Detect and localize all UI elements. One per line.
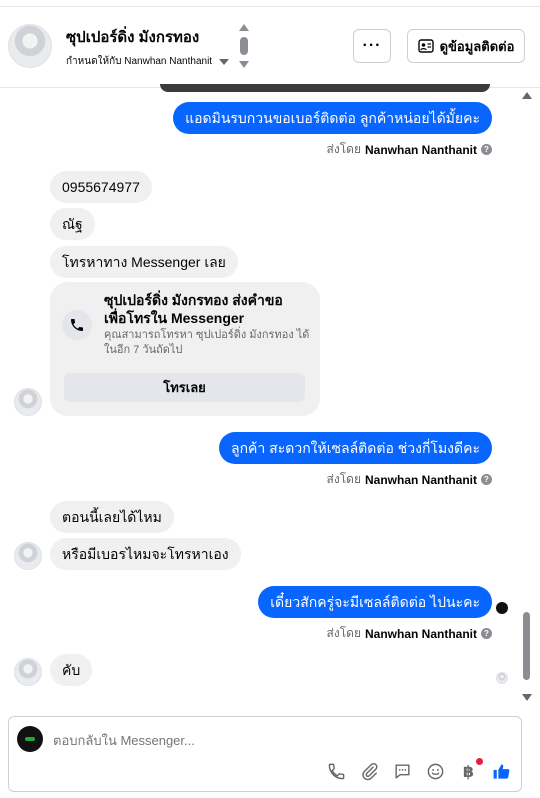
composer-toolbar: ฿ [327, 758, 511, 781]
contact-name[interactable]: ซุปเปอร์ดิ่ง มังกรทอง [66, 25, 199, 49]
previous-attachment-preview [160, 84, 490, 92]
outgoing-message[interactable]: เดี๋ยวสักครู่จะมีเซลล์ติดต่อ ไปนะคะ [258, 586, 492, 618]
messages-scrollbar[interactable] [520, 88, 534, 708]
sent-by-agent: Nanwhan Nanthanit [364, 472, 477, 487]
phone-icon [62, 310, 92, 340]
reply-input[interactable] [53, 731, 493, 749]
contact-avatar[interactable] [14, 388, 42, 416]
seen-by-contact-avatar [496, 672, 508, 684]
sent-by-prefix: ส่งโดย [326, 142, 361, 156]
incoming-message[interactable]: 0955674977 [50, 171, 152, 203]
conversation-header: ซุปเปอร์ดิ่ง มังกรทอง กำหนดให้กับ Nanwha… [0, 0, 540, 88]
message-composer: ฿ [8, 716, 522, 792]
sent-by-agent: Nanwhan Nanthanit [364, 626, 477, 641]
info-icon[interactable]: ? [481, 628, 492, 639]
scroll-thumb[interactable] [523, 612, 530, 680]
sent-by-prefix: ส่งโดย [326, 626, 361, 640]
scroll-thumb[interactable] [240, 37, 248, 55]
info-icon[interactable]: ? [481, 474, 492, 485]
call-request-card: ซุปเปอร์ดิ่ง มังกรทอง ส่งคำขอเพื่อโทรใน … [50, 282, 320, 416]
sent-by-label: ส่งโดย Nanwhan Nanthanit ? [327, 140, 492, 159]
call-now-button[interactable]: โทรเลย [64, 373, 305, 402]
contact-avatar[interactable] [8, 24, 52, 68]
like-icon[interactable] [492, 762, 511, 781]
page-avatar [17, 726, 43, 752]
sent-by-label: ส่งโดย Nanwhan Nanthanit ? [327, 470, 492, 489]
contact-avatar[interactable] [14, 542, 42, 570]
assignee-label: กำหนดให้กับ Nanwhan Nanthanit [66, 56, 213, 67]
scroll-up-icon[interactable] [239, 24, 249, 31]
saved-replies-icon[interactable] [393, 762, 412, 781]
call-card-title: ซุปเปอร์ดิ่ง มังกรทอง ส่งคำขอเพื่อโทรใน … [104, 292, 283, 326]
notification-dot [476, 758, 483, 765]
sent-by-agent: Nanwhan Nanthanit [364, 142, 477, 157]
attach-icon[interactable] [360, 762, 379, 781]
incoming-message[interactable]: ณัฐ [50, 208, 95, 240]
seen-by-page-avatar [496, 602, 508, 614]
caret-down-icon [219, 58, 230, 65]
scroll-up-icon[interactable] [522, 92, 532, 99]
more-options-button[interactable]: ··· [353, 29, 391, 63]
divider [0, 6, 540, 7]
contact-info-label: ดูข้อมูลติดต่อ [439, 38, 515, 54]
baht-payment-icon[interactable]: ฿ [459, 758, 483, 781]
assignee-selector[interactable]: กำหนดให้กับ Nanwhan Nanthanit [66, 54, 230, 69]
outgoing-message[interactable]: ลูกค้า สะดวกให้เซลล์ติดต่อ ช่วงกี่โมงดีค… [219, 432, 492, 464]
phone-icon[interactable] [327, 762, 346, 781]
incoming-message[interactable]: หรือมีเบอรไหมจะโทรหาเอง [50, 538, 241, 570]
outgoing-message[interactable]: แอดมินรบกวนขอเบอร์ติดต่อ ลูกค้าหน่อยได้ม… [173, 102, 492, 134]
scroll-down-icon[interactable] [522, 694, 532, 701]
incoming-message[interactable]: โทรหาทาง Messenger เลย [50, 246, 238, 278]
incoming-message[interactable]: ตอนนี้เลยได้ไหม [50, 501, 174, 533]
contact-avatar[interactable] [14, 658, 42, 686]
info-icon[interactable]: ? [481, 144, 492, 155]
call-card-description: คุณสามารถโทรหา ซุปเปอร์ดิ่ง มังกรทอง ได้… [104, 329, 310, 356]
contact-card-icon [417, 39, 434, 53]
emoji-icon[interactable] [426, 762, 445, 781]
incoming-message[interactable]: คับ [50, 654, 93, 686]
sent-by-label: ส่งโดย Nanwhan Nanthanit ? [327, 624, 492, 643]
sent-by-prefix: ส่งโดย [326, 472, 361, 486]
view-contact-info-button[interactable]: ดูข้อมูลติดต่อ [407, 29, 525, 63]
scroll-down-icon[interactable] [239, 61, 249, 68]
header-scroller[interactable] [238, 24, 250, 70]
